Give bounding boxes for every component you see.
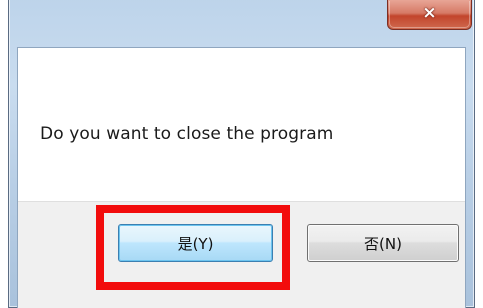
close-icon: ×: [422, 3, 437, 23]
screenshot-stage: × Do you want to close the program 是(Y) …: [0, 0, 483, 308]
close-button[interactable]: ×: [387, 0, 472, 30]
dialog-client-area: Do you want to close the program 是(Y) 否(…: [17, 47, 466, 308]
dialog-message: Do you want to close the program: [40, 124, 334, 144]
no-button[interactable]: 否(N): [307, 224, 459, 262]
yes-button[interactable]: 是(Y): [118, 224, 273, 262]
